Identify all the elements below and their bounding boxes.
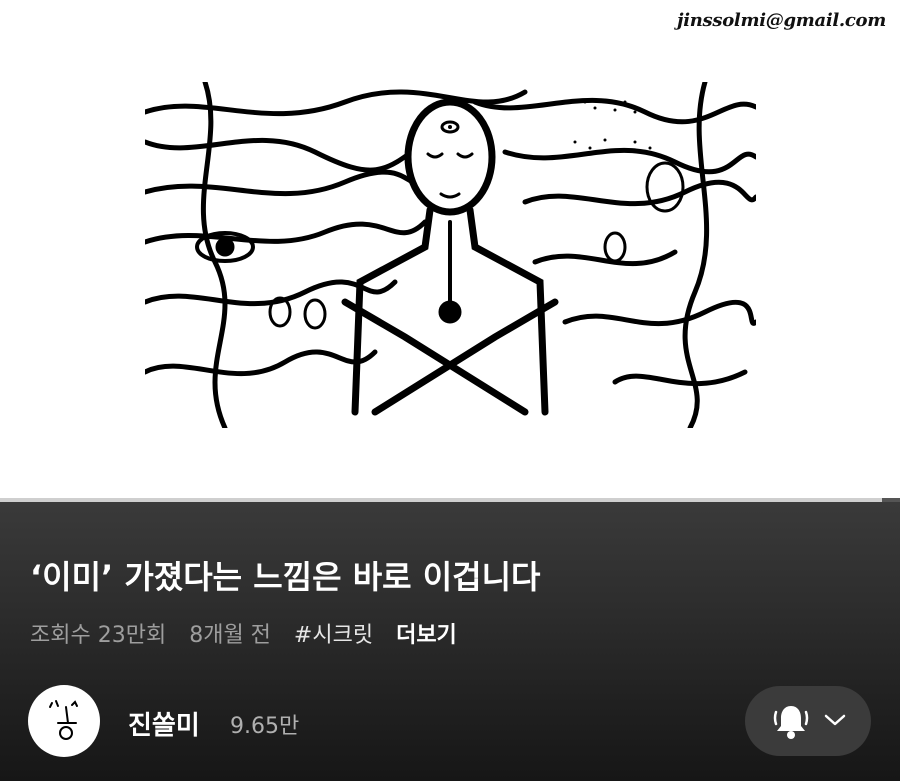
hashtag-link[interactable]: #시크릿 (294, 623, 373, 648)
more-button[interactable]: 더보기 (396, 623, 457, 648)
upload-age: 8개월 전 (189, 623, 271, 648)
channel-avatar[interactable] (28, 685, 100, 757)
video-player[interactable]: jinssolmi@gmail.com (0, 0, 900, 502)
handwritten-logo-icon (49, 700, 78, 740)
video-title: ‘이미’ 가졌다는 느낌은 바로 이겁니다 (30, 558, 541, 596)
artwork-image (145, 82, 756, 428)
subscribe-notification-button[interactable] (745, 686, 871, 756)
bell-ringing-icon (773, 706, 809, 739)
watermark-email: jinssolmi@gmail.com (677, 10, 886, 31)
subscriber-count: 9.65만 (230, 714, 300, 739)
chevron-down-icon (824, 714, 846, 726)
channel-name[interactable]: 진쏠미 (128, 705, 200, 742)
video-meta[interactable]: 조회수 23만회 8개월 전 #시크릿 더보기 (30, 617, 473, 649)
video-info-panel: ‘이미’ 가졌다는 느낌은 바로 이겁니다 조회수 23만회 8개월 전 #시크… (0, 502, 900, 781)
view-count: 조회수 23만회 (30, 623, 167, 648)
